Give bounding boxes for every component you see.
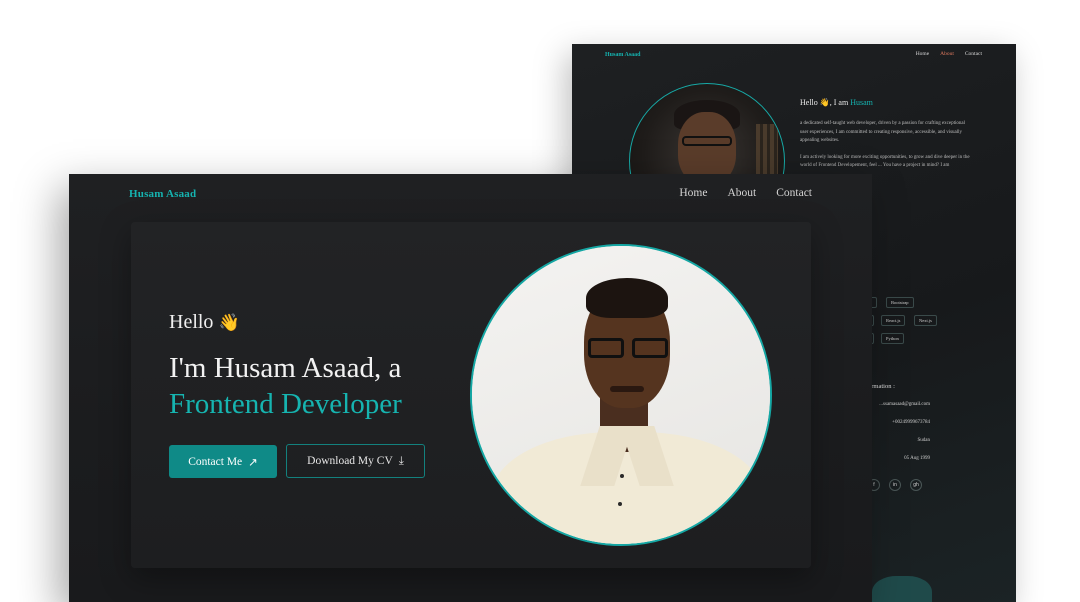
hero-greeting: Hello 👋: [169, 311, 240, 334]
hello-text: Hello: [169, 311, 214, 333]
skill-chip: React.js: [881, 315, 906, 326]
main-nav: Home About Contact: [679, 187, 812, 199]
glasses-graphic: [682, 136, 732, 146]
shirt-button-graphic: [618, 502, 622, 506]
arrow-up-right-icon: ↗: [248, 456, 258, 469]
back-logo[interactable]: Husam Asaad: [605, 52, 641, 58]
skill-chip: Python: [881, 333, 904, 344]
profile-photo: [470, 244, 772, 546]
site-logo[interactable]: Husam Asaad: [129, 188, 196, 200]
download-cv-button[interactable]: Download My CV ⤓: [286, 444, 425, 478]
nav-contact[interactable]: Contact: [776, 187, 812, 199]
about-paragraph: a dedicated self-taught web developer, d…: [800, 121, 966, 144]
skill-chip: Bootstrap: [886, 297, 914, 308]
mustache-graphic: [610, 386, 644, 392]
home-page-preview: Husam Asaad Home About Contact Hello 👋 I…: [69, 174, 872, 602]
info-heading: ormation :: [868, 383, 895, 390]
back-nav-about[interactable]: About: [940, 51, 954, 57]
lens-graphic: [588, 338, 624, 358]
back-hello-text: Hello: [800, 98, 818, 107]
info-email: ...ssamasaad@gmail.com: [879, 402, 930, 407]
shirt-button-graphic: [620, 474, 624, 478]
nav-home[interactable]: Home: [679, 187, 707, 199]
wave-icon: 👋: [218, 313, 240, 332]
back-hello-name: Husam: [850, 98, 873, 107]
back-nav: Home About Contact: [916, 51, 982, 57]
glasses-graphic: [588, 338, 668, 358]
info-birthdate: 05 Aug 1999: [904, 456, 930, 461]
social-links: f in gh: [868, 479, 922, 491]
info-phone: +00249999673784: [892, 420, 930, 425]
wave-icon: 👋: [819, 98, 830, 107]
contact-me-button[interactable]: Contact Me ↗: [169, 445, 277, 478]
hero-title-line2: Frontend Developer: [169, 388, 402, 420]
back-hello-middle: , I am: [829, 98, 849, 107]
skill-chip: Next.js: [914, 315, 937, 326]
hair-graphic: [586, 278, 668, 318]
back-hello-heading: Hello 👋, I am Husam: [800, 98, 873, 107]
info-list: ...ssamasaad@gmail.com +00249999673784 S…: [862, 402, 930, 474]
lens-graphic: [632, 338, 668, 358]
contact-me-label: Contact Me: [188, 455, 243, 468]
back-nav-contact[interactable]: Contact: [965, 51, 982, 57]
download-icon: ⤓: [398, 454, 404, 467]
linkedin-icon[interactable]: in: [889, 479, 901, 491]
download-cv-label: Download My CV: [307, 455, 393, 467]
info-country: Sudan: [917, 438, 931, 443]
decorative-blob: [872, 576, 932, 602]
nav-about[interactable]: About: [727, 187, 756, 199]
github-icon[interactable]: gh: [910, 479, 922, 491]
about-paragraph: I am actively looking for more exciting …: [800, 154, 970, 169]
hero-title-line1: I'm Husam Asaad, a: [169, 352, 402, 384]
back-about-text: a dedicated self-taught web developer, d…: [800, 120, 970, 179]
back-nav-home[interactable]: Home: [916, 51, 929, 57]
